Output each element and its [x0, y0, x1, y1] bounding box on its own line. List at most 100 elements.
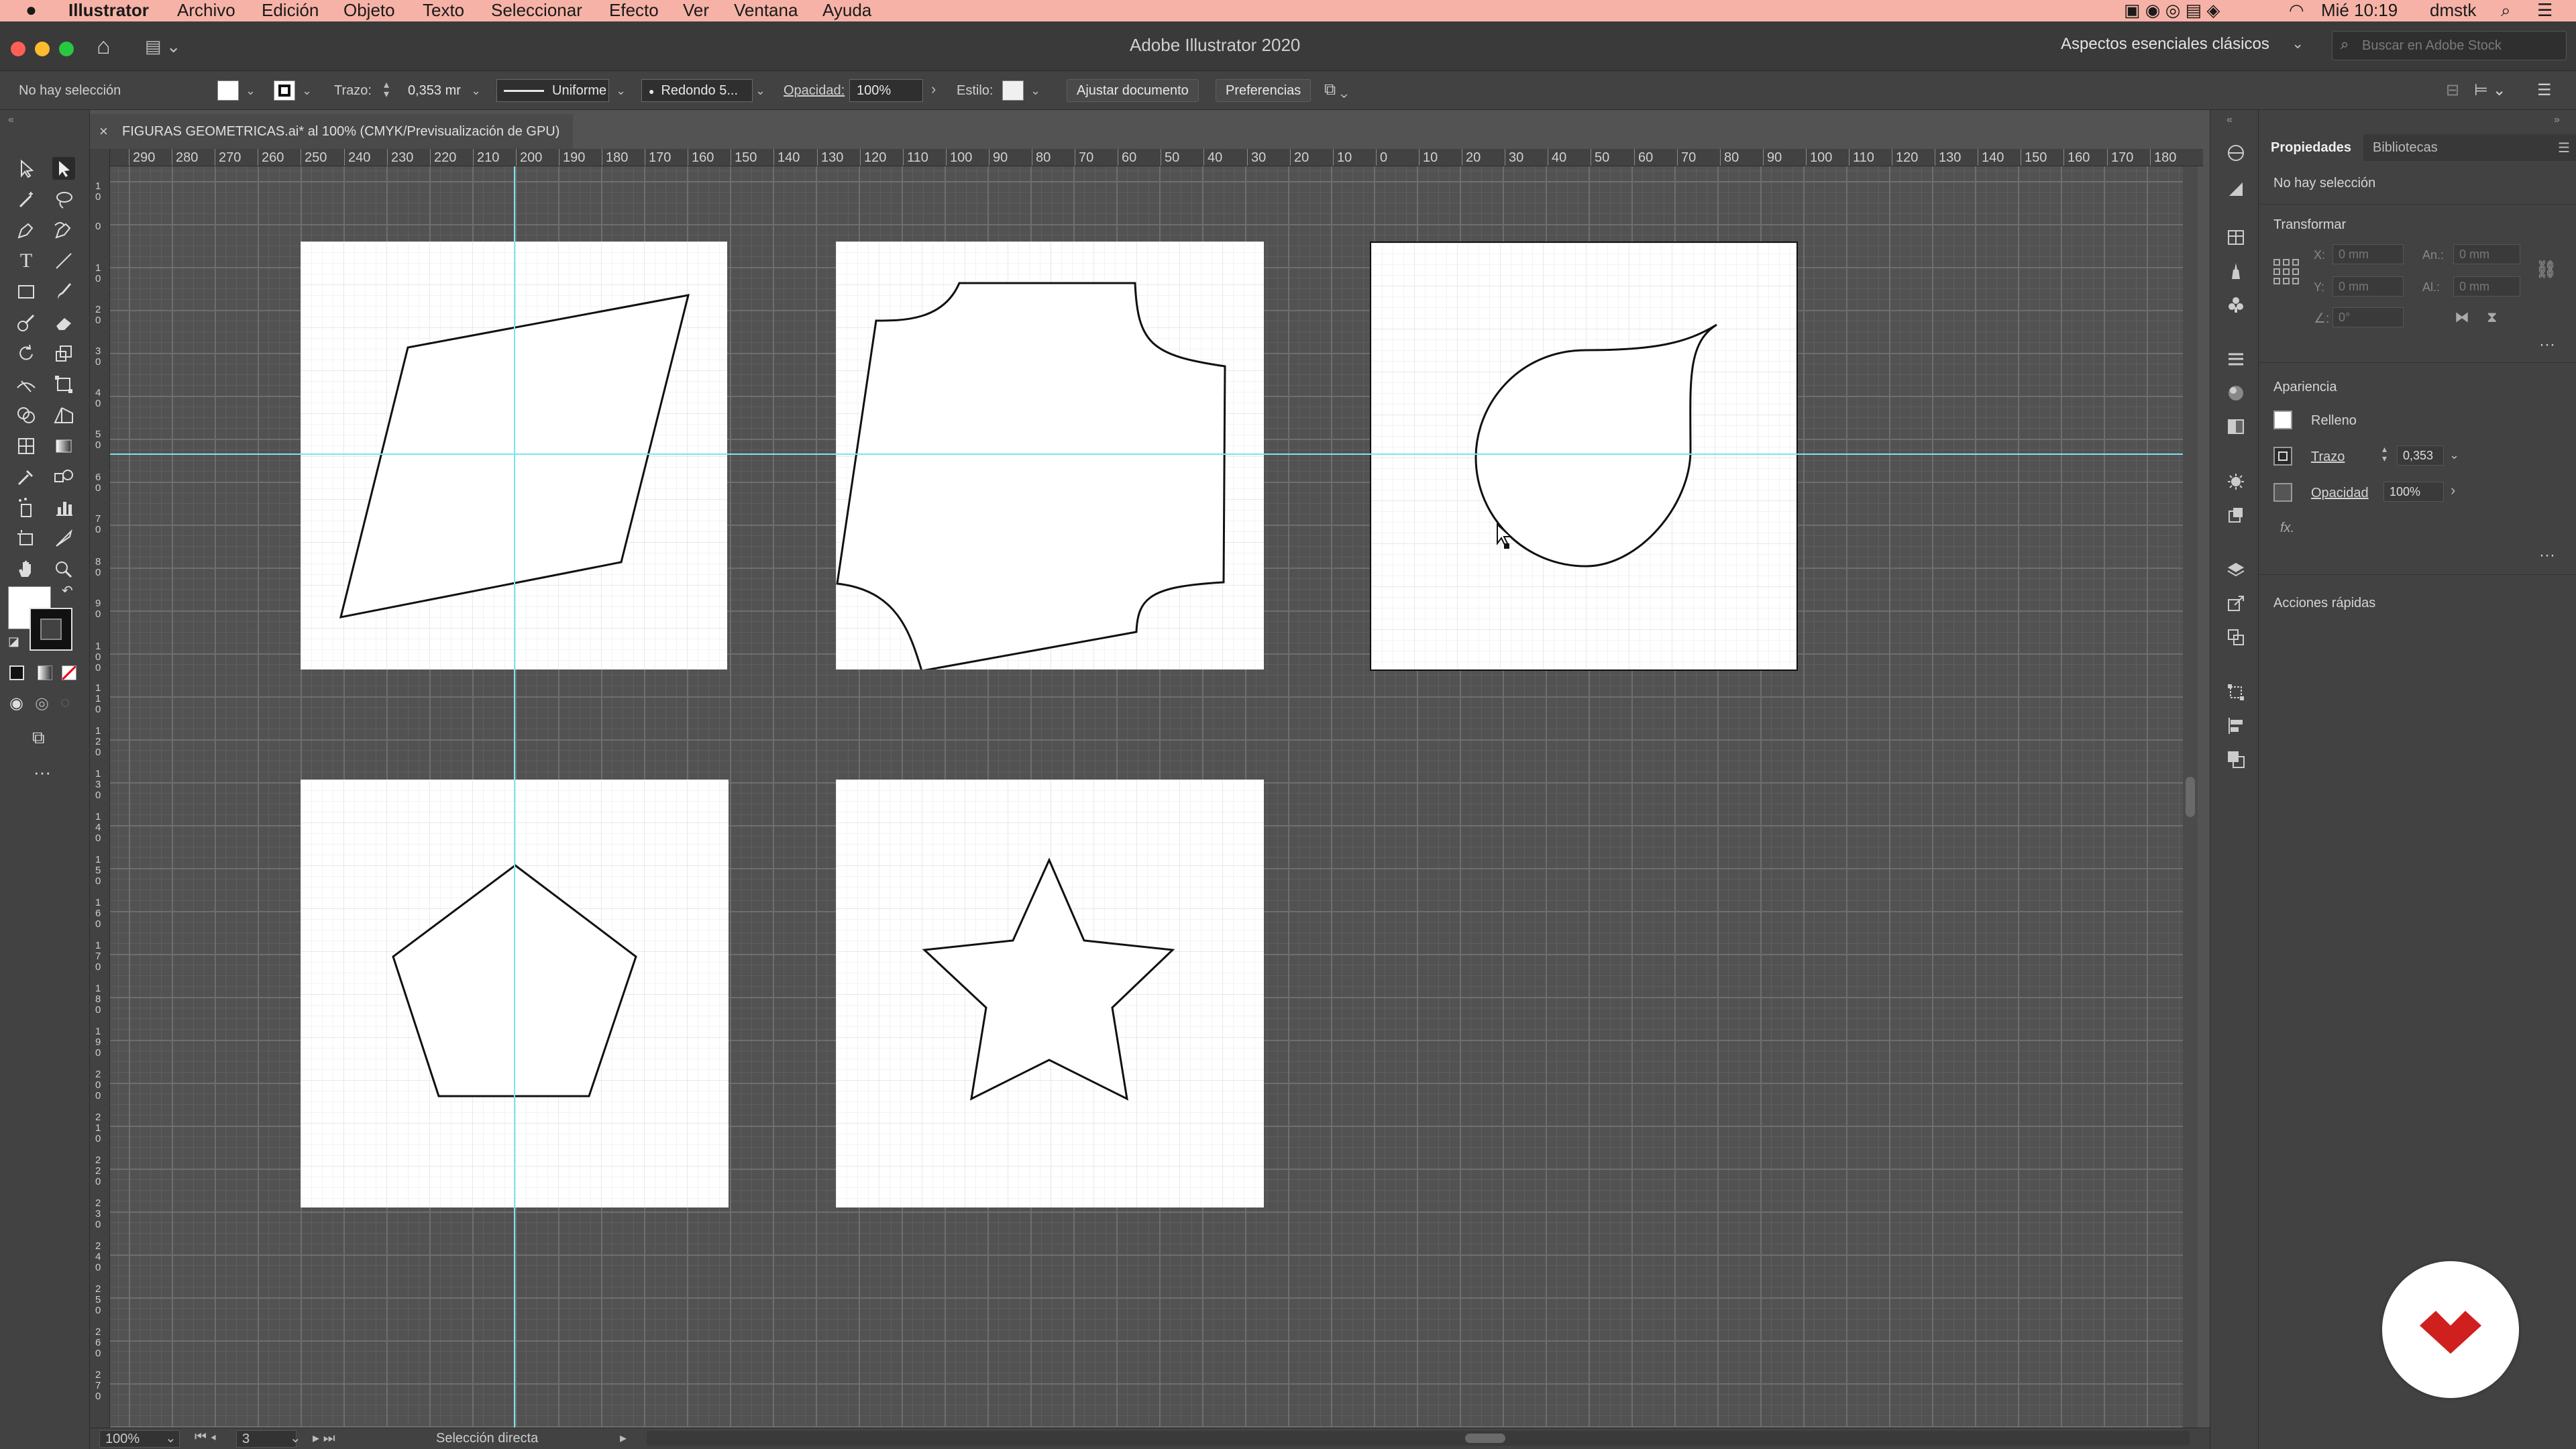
first-artboard-icon[interactable]: ⏮ ◂ — [195, 1430, 217, 1445]
align-icon[interactable]: ⊟ — [2446, 80, 2459, 100]
menu-seleccionar[interactable]: Seleccionar — [491, 0, 582, 21]
hand-tool-icon[interactable] — [15, 558, 38, 581]
reference-point-icon[interactable] — [2273, 259, 2299, 284]
arrange-documents-icon[interactable]: ⧉ ⌄ — [1324, 80, 1348, 99]
none-mode-icon[interactable] — [62, 665, 76, 680]
chevron-down-icon[interactable]: ⌄ — [1030, 85, 1040, 97]
scroll-thumb[interactable] — [2186, 777, 2195, 817]
chevron-down-icon[interactable]: ⌄ — [246, 85, 256, 97]
collapse-panel-icon[interactable]: « — [8, 114, 14, 126]
height-input[interactable]: 0 mm — [2453, 276, 2520, 297]
brand-logo[interactable] — [2382, 1261, 2519, 1398]
brushes-panel-icon[interactable] — [2226, 262, 2245, 280]
menu-texto[interactable]: Texto — [423, 0, 464, 21]
y-input[interactable]: 0 mm — [2332, 276, 2404, 297]
minimize-window-button[interactable] — [35, 42, 50, 56]
angle-input[interactable]: 0° — [2332, 307, 2404, 327]
collapse-strip-icon[interactable]: « — [2226, 114, 2233, 126]
lasso-tool-icon[interactable] — [52, 188, 75, 211]
menu-ayuda[interactable]: Ayuda — [822, 0, 871, 21]
status-icons[interactable]: ▣ ◉ ◎ ▤ ◈ — [2124, 0, 2220, 21]
menu-ver[interactable]: Ver — [683, 0, 709, 21]
transparency-panel-icon[interactable] — [2226, 417, 2245, 436]
screen-mode-icon[interactable]: ⧉ — [32, 727, 45, 749]
color-panel-icon[interactable] — [2226, 144, 2245, 162]
chevron-down-icon[interactable]: ⌄ — [471, 85, 481, 97]
warped-shape[interactable] — [836, 282, 1226, 669]
workspace-layout-icon[interactable]: ▤ ⌄ — [145, 36, 181, 57]
chevron-down-icon[interactable]: ⌄ — [755, 85, 765, 97]
last-artboard-icon[interactable]: ▸ ⏭ — [313, 1430, 335, 1446]
close-window-button[interactable] — [11, 42, 25, 56]
menu-ventana[interactable]: Ventana — [734, 0, 798, 21]
x-input[interactable]: 0 mm — [2332, 244, 2404, 264]
horizontal-guide[interactable] — [110, 453, 2183, 455]
stroke-panel-icon[interactable] — [2226, 350, 2245, 369]
fill-swatch[interactable] — [2273, 411, 2292, 429]
appearance-panel-icon[interactable] — [2226, 472, 2245, 491]
vertical-guide[interactable] — [514, 166, 515, 1428]
mesh-tool-icon[interactable] — [15, 435, 38, 458]
variable-width-profile[interactable]: Uniforme — [496, 79, 609, 102]
current-tool-status[interactable]: Selección directa — [436, 1431, 538, 1446]
constrain-proportions-icon[interactable]: ⛓ — [2535, 259, 2557, 280]
menu-edicion[interactable]: Edición — [262, 0, 319, 21]
align-panel-icon[interactable] — [2226, 716, 2245, 735]
preferences-button[interactable]: Preferencias — [1216, 79, 1311, 102]
rectangle-tool-icon[interactable] — [15, 280, 38, 303]
horizontal-scrollbar[interactable] — [647, 1431, 2190, 1446]
eyedropper-tool-icon[interactable] — [15, 466, 38, 488]
symbol-sprayer-tool-icon[interactable] — [15, 496, 38, 519]
pathfinder-panel-icon[interactable] — [2226, 750, 2245, 769]
fit-document-button[interactable]: Ajustar documento — [1067, 79, 1199, 102]
artboards-panel-icon[interactable] — [2226, 628, 2245, 647]
draw-behind-icon[interactable]: ◎ — [35, 694, 49, 713]
opacity-label[interactable]: Opacidad — [2311, 486, 2369, 501]
artboard-5[interactable] — [836, 780, 1264, 1208]
chevron-down-icon[interactable]: ⌄ — [302, 85, 312, 97]
swap-fill-stroke-icon[interactable]: ↶ — [62, 582, 73, 599]
vertical-ruler[interactable]: 10 0 10 20 30 40 50 60 70 80 90 100 110 … — [90, 149, 110, 1429]
chevron-down-icon[interactable]: ⌄ — [2292, 35, 2304, 52]
canvas[interactable] — [110, 166, 2183, 1428]
pen-tool-icon[interactable] — [15, 219, 38, 241]
color-guide-icon[interactable] — [2226, 180, 2245, 199]
menubar-user[interactable]: dmstk — [2430, 0, 2476, 21]
gradient-panel-icon[interactable] — [2226, 384, 2245, 402]
close-tab-icon[interactable]: × — [99, 114, 108, 149]
perspective-grid-tool-icon[interactable] — [52, 404, 75, 427]
chevron-down-icon[interactable]: ⌄ — [290, 1430, 301, 1446]
star-shape[interactable] — [922, 857, 1175, 1101]
stroke-weight-input[interactable]: 0,353 — [2397, 445, 2444, 466]
teardrop-shape[interactable] — [1474, 323, 1717, 568]
asset-export-icon[interactable] — [2226, 594, 2245, 613]
width-input[interactable]: 0 mm — [2453, 244, 2520, 264]
effects-fx-button[interactable]: fx. — [2280, 521, 2294, 536]
menu-app-name[interactable]: Illustrator — [68, 0, 149, 21]
chevron-right-icon[interactable]: › — [931, 82, 936, 97]
workspace-switcher[interactable]: Aspectos esenciales clásicos — [2061, 35, 2269, 54]
line-tool-icon[interactable] — [52, 250, 75, 272]
panel-menu-icon[interactable]: ☰ — [2558, 140, 2570, 156]
stroke-color-swatch[interactable] — [274, 80, 295, 101]
chevron-right-icon[interactable]: › — [2451, 482, 2455, 499]
direct-selection-tool-icon[interactable] — [52, 157, 75, 180]
zoom-tool-icon[interactable] — [52, 558, 75, 581]
eraser-tool-icon[interactable] — [52, 311, 75, 334]
menu-efecto[interactable]: Efecto — [609, 0, 659, 21]
control-menu-icon[interactable]: ☰ — [2537, 80, 2552, 100]
scale-tool-icon[interactable] — [52, 342, 75, 365]
menubar-clock[interactable]: Mié 10:19 — [2321, 0, 2398, 21]
artboard-2[interactable] — [836, 241, 1264, 669]
document-tab[interactable]: × FIGURAS GEOMETRICAS.ai* al 100% (CMYK/… — [90, 114, 573, 149]
column-graph-tool-icon[interactable] — [52, 496, 75, 519]
shaper-tool-icon[interactable] — [15, 311, 38, 334]
gradient-mode-icon[interactable] — [38, 665, 52, 680]
flip-vertical-icon[interactable]: ⧗ — [2487, 309, 2497, 326]
color-mode-icon[interactable] — [9, 665, 24, 680]
width-tool-icon[interactable] — [15, 373, 38, 396]
stroke-stepper-icon[interactable]: ▴ ▾ — [2382, 444, 2387, 463]
draw-inside-icon[interactable]: ◌ — [60, 694, 70, 712]
transform-icon[interactable]: ⊨ ⌄ — [2474, 80, 2506, 100]
chevron-right-icon[interactable]: ▸ — [620, 1430, 627, 1446]
